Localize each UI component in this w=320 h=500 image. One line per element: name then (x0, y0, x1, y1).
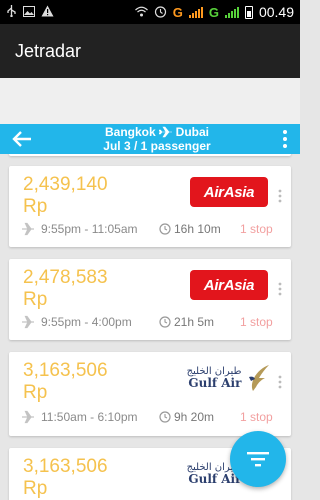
status-left (6, 5, 54, 20)
route-origin: Bangkok (104, 125, 156, 139)
route-header: Bangkok Dubai Jul 3 / 1 passenger (0, 124, 300, 154)
network-type-left: G (172, 4, 183, 20)
image-icon (23, 5, 35, 19)
flight-price: 3,163,506 Rp (23, 456, 108, 499)
alarm-icon (154, 5, 167, 20)
battery-icon (244, 5, 253, 19)
more-vert-icon (278, 189, 282, 203)
warning-icon (41, 5, 54, 20)
flight-times: 11:50am - 6:10pm (41, 410, 138, 424)
clock-icon (159, 316, 171, 328)
airline-logo: AirAsia (185, 267, 273, 303)
app-title: Jetradar (15, 40, 82, 61)
gulf-air-name: Gulf Air (188, 376, 242, 390)
falcon-icon (249, 365, 270, 391)
flight-duration: 16h 10m (174, 222, 221, 236)
airline-logo: AirAsia (185, 174, 273, 210)
flight-price: 2,478,583 Rp (23, 267, 108, 310)
filter-button[interactable] (230, 431, 286, 487)
flight-info-row: 11:50am - 6:10pm 9h 20m 1 stop (21, 409, 287, 425)
flight-duration: 9h 20m (174, 410, 215, 424)
route-destination: Dubai (175, 125, 210, 139)
flight-price: 2,439,140 Rp (23, 174, 108, 217)
flight-stops: 1 stop (240, 315, 273, 329)
card-menu-button[interactable] (273, 372, 287, 392)
flight-duration: 21h 5m (174, 315, 215, 329)
more-vert-icon (278, 282, 282, 296)
flight-info-row: 9:55pm - 11:05am 16h 10m 1 stop (21, 221, 287, 237)
toolbar-spacer (0, 78, 300, 124)
signal-icon-left (188, 6, 203, 18)
status-right: G G 00.49 (134, 4, 294, 20)
plane-icon (22, 410, 34, 424)
more-vert-icon (278, 375, 282, 389)
flight-card[interactable]: 2,439,140 Rp AirAsia 9:55pm - 11:05am 16… (9, 166, 291, 247)
airasia-logo: AirAsia (190, 177, 268, 207)
gulf-air-name: Gulf Air (188, 472, 242, 486)
route-details: Jul 3 / 1 passenger (103, 139, 211, 153)
back-arrow-icon (12, 131, 31, 147)
app-bar: Jetradar (0, 24, 300, 78)
flight-price: 3,163,506 Rp (23, 360, 108, 403)
flight-card[interactable]: 3,163,506 Rp طيران الخليج Gulf Air 11:50… (9, 352, 291, 436)
back-button[interactable] (0, 124, 44, 154)
plane-icon (158, 126, 172, 138)
flight-card-partial[interactable] (9, 154, 291, 156)
airasia-logo: AirAsia (190, 270, 268, 300)
gulf-air-logo: طيران الخليج Gulf Air (187, 363, 272, 393)
wifi-icon (134, 6, 148, 19)
flight-card[interactable]: 2,478,583 Rp AirAsia 9:55pm - 4:00pm 21h… (9, 259, 291, 340)
signal-icon-right (224, 6, 239, 18)
clock-icon (159, 223, 171, 235)
flight-stops: 1 stop (240, 222, 273, 236)
airline-logo: طيران الخليج Gulf Air (185, 360, 273, 396)
route-menu-button[interactable] (270, 124, 300, 154)
status-bar: G G 00.49 (0, 0, 300, 24)
flight-info-row: 9:55pm - 4:00pm 21h 5m 1 stop (21, 314, 287, 330)
more-vert-icon (283, 130, 287, 148)
flight-times: 9:55pm - 11:05am (41, 222, 138, 236)
flight-times: 9:55pm - 4:00pm (41, 315, 132, 329)
usb-icon (6, 5, 17, 19)
filter-icon (247, 452, 269, 467)
network-type-right: G (208, 4, 219, 20)
plane-icon (22, 315, 34, 329)
route-summary[interactable]: Bangkok Dubai Jul 3 / 1 passenger (44, 125, 270, 153)
card-menu-button[interactable] (273, 279, 287, 299)
plane-icon (22, 222, 34, 236)
card-menu-button[interactable] (273, 186, 287, 206)
clock-icon (159, 411, 171, 423)
status-time: 00.49 (258, 4, 294, 20)
flight-stops: 1 stop (240, 410, 273, 424)
